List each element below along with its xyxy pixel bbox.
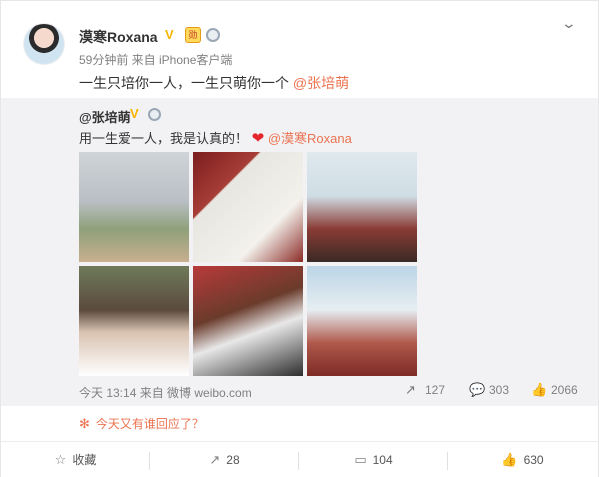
photo-proposal-kneel[interactable] (307, 152, 417, 262)
favorite-button[interactable]: ☆ 收藏 (1, 442, 150, 477)
thumbs-up-icon: 👍 (501, 452, 518, 467)
repost-count-value: 127 (425, 383, 446, 397)
post-body: 一生只培你一人，一生只萌你一个 (79, 75, 289, 91)
like-count[interactable]: 👍 2066 (531, 382, 578, 398)
repost-text: 用一生爱一人，我是认真的！ ❤ @漠寒Roxana (79, 128, 352, 147)
action-bar: ☆ 收藏 ↗ 28 ▭ 104 👍 630 (1, 441, 598, 477)
notice-text: 今天又有谁回应了？ (95, 417, 204, 431)
avatar[interactable] (23, 23, 65, 65)
repost-button-count: 28 (226, 453, 240, 467)
photo-cards[interactable] (193, 152, 303, 262)
post-meta: 59分钟前 来自 iPhone客户端 (79, 53, 233, 67)
photo-couple-flowers[interactable] (193, 266, 303, 376)
comment-button-count: 104 (372, 453, 393, 467)
repost-username[interactable]: @张培萌 (79, 107, 131, 126)
thumbs-up-icon: 👍 (531, 382, 548, 397)
repost-time: 今天 13:14 来自 微博 weibo.com (79, 386, 252, 400)
ring-icon (148, 108, 161, 121)
weibo-card: 漠寒Roxana V 勋 ⌄ 59分钟前 来自 iPhone客户端 一生只培你一… (0, 0, 599, 477)
comment-count[interactable]: 💬 303 (469, 382, 509, 398)
like-button[interactable]: 👍 630 (448, 442, 597, 477)
post-username[interactable]: 漠寒Roxana (79, 27, 158, 47)
like-count-value: 2066 (551, 383, 578, 397)
comment-count-value: 303 (489, 383, 510, 397)
photo-proposal-field[interactable] (307, 266, 417, 376)
post-mention[interactable]: @张培萌 (293, 75, 349, 91)
heart-icon: ❤ (251, 130, 265, 147)
photo-hands[interactable] (79, 152, 189, 262)
star-icon: ☆ (54, 452, 67, 467)
ring-icon (206, 28, 220, 42)
repost-button[interactable]: ↗ 28 (150, 442, 299, 477)
verified-icon: V (130, 106, 139, 121)
verified-icon: V (165, 27, 174, 42)
repost-count[interactable]: ↗ 127 (405, 382, 445, 398)
chevron-down-icon[interactable]: ⌄ (561, 15, 577, 32)
post-text: 一生只培你一人，一生只萌你一个 @张培萌 (79, 73, 349, 93)
comment-icon: 💬 (469, 382, 486, 397)
medal-icon: 勋 (185, 27, 201, 43)
repost-mention[interactable]: @漠寒Roxana (268, 131, 352, 146)
repost-box: @张培萌 V 用一生爱一人，我是认真的！ ❤ @漠寒Roxana 今天 13:1… (1, 98, 598, 406)
share-icon: ↗ (405, 382, 416, 397)
repost-body: 用一生爱一人，我是认真的！ (79, 131, 249, 146)
like-button-count: 630 (523, 453, 544, 467)
flower-icon: ✻ (79, 416, 90, 431)
favorite-label: 收藏 (72, 453, 97, 467)
photo-couple[interactable] (79, 266, 189, 376)
notice[interactable]: ✻ 今天又有谁回应了？ (79, 415, 204, 432)
share-icon: ↗ (209, 452, 221, 467)
comment-icon: ▭ (354, 452, 367, 467)
comment-button[interactable]: ▭ 104 (299, 442, 448, 477)
